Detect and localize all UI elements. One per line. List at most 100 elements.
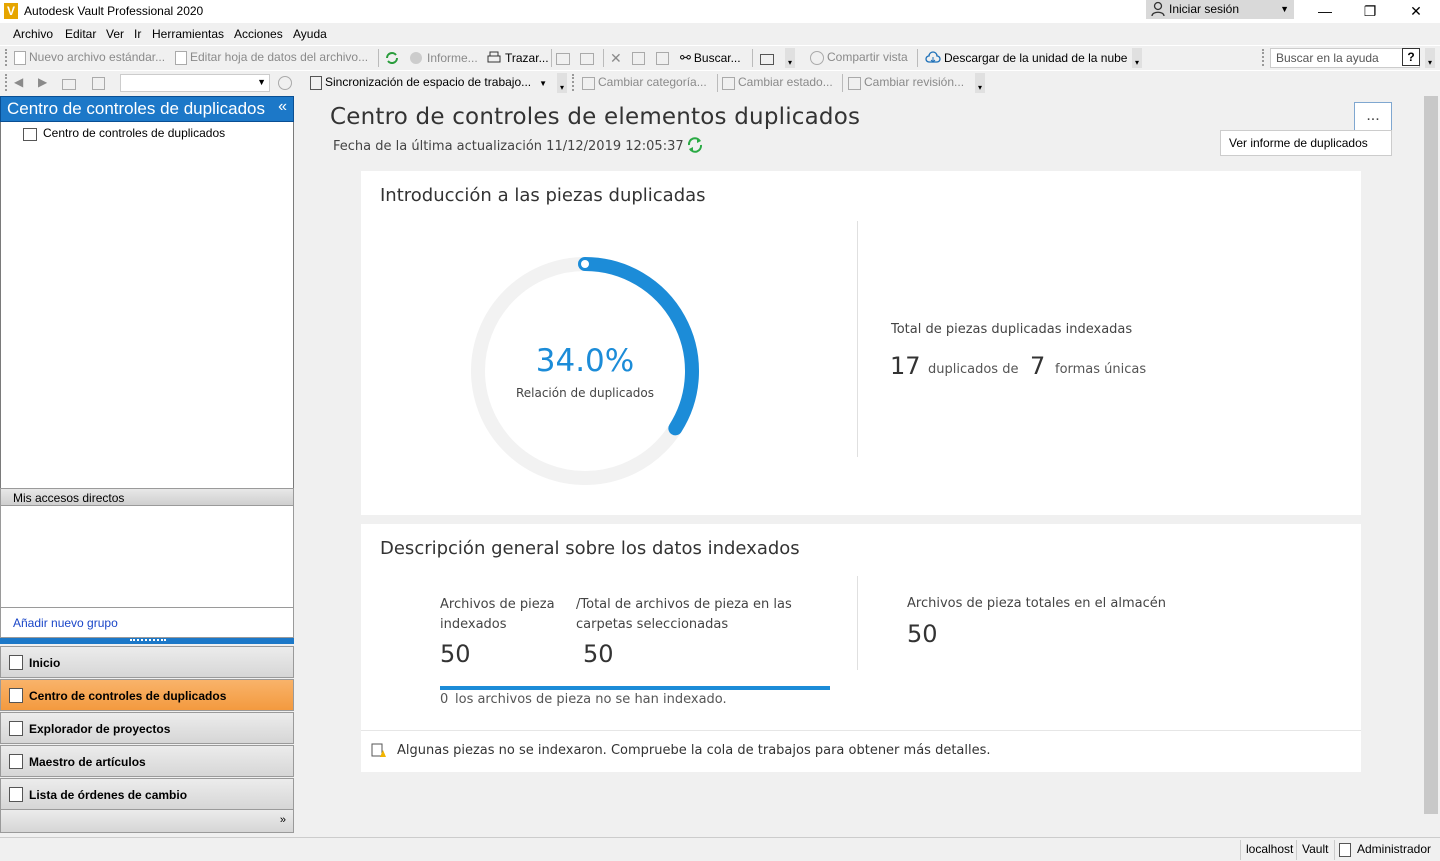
change-revision-button[interactable]: Cambiar revisión... <box>848 75 964 90</box>
sync-workspace-button[interactable]: Sincronización de espacio de trabajo... ▼ <box>310 75 547 90</box>
change-order-icon <box>9 787 23 802</box>
refresh-icon[interactable] <box>686 136 704 154</box>
pane-splitter[interactable] <box>0 638 294 644</box>
status-server: localhost <box>1240 840 1298 860</box>
nav-change-order-list[interactable]: Lista de órdenes de cambio <box>0 778 294 810</box>
cloud-download-label: Descargar de la unidad de la nube <box>944 51 1128 65</box>
edit-datasheet-button[interactable]: Editar hoja de datos del archivo... <box>175 50 368 65</box>
toolbar-grip[interactable] <box>572 74 575 91</box>
menu-acciones[interactable]: Acciones <box>234 27 283 41</box>
forward-button[interactable]: ▶ <box>38 75 47 89</box>
total-selected-label: /Total de archivos de pieza en las carpe… <box>576 597 792 632</box>
close-button[interactable]: ✕ <box>1393 0 1439 22</box>
plot-label: Trazar... <box>505 51 549 65</box>
toolbar-overflow-button[interactable]: ▾ <box>975 73 985 93</box>
address-combo[interactable]: ▼ <box>120 74 270 92</box>
share-icon <box>810 51 824 65</box>
item-master-icon <box>9 754 23 769</box>
add-group-link[interactable]: Añadir nuevo grupo <box>0 608 294 638</box>
menu-editar[interactable]: Editar <box>65 27 96 41</box>
nav-overflow[interactable]: » <box>0 809 294 833</box>
last-update-text: Fecha de la última actualización 11/12/2… <box>333 139 684 154</box>
refresh-button[interactable] <box>384 50 403 66</box>
standard-toolbar: Nuevo archivo estándar... Editar hoja de… <box>0 45 1440 69</box>
change-state-button[interactable]: Cambiar estado... <box>722 75 833 90</box>
toolbar-grip[interactable] <box>5 49 8 66</box>
menu-archivo[interactable]: Archivo <box>13 27 53 41</box>
back-button[interactable]: ◀ <box>14 75 23 89</box>
new-file-label: Nuevo archivo estándar... <box>29 50 166 64</box>
nav-inicio[interactable]: Inicio <box>0 646 294 678</box>
cloud-download-button[interactable]: Descargar de la unidad de la nube <box>925 50 1127 66</box>
view-pane-button[interactable] <box>92 75 108 90</box>
toolbar-separator <box>752 49 753 67</box>
preview-icon <box>580 53 594 65</box>
delete-button[interactable]: ✕ <box>610 50 622 67</box>
plot-button[interactable]: Trazar... <box>486 50 549 66</box>
new-file-button[interactable]: Nuevo archivo estándar... <box>14 50 165 65</box>
toolbar-grip[interactable] <box>1262 49 1265 66</box>
nav-item-master[interactable]: Maestro de artículos <box>0 745 294 777</box>
tree-node-duplicates[interactable]: Centro de controles de duplicados <box>23 126 225 141</box>
collapse-pane-icon[interactable]: « <box>278 98 287 116</box>
help-search-input[interactable]: Buscar en la ayuda <box>1270 48 1420 68</box>
restore-button[interactable]: ❐ <box>1347 0 1393 22</box>
sync-icon <box>310 76 322 90</box>
minimize-button[interactable]: — <box>1302 0 1348 22</box>
duplicates-count: 17 <box>890 352 921 380</box>
divider <box>857 576 858 670</box>
workspace-button[interactable] <box>278 75 295 90</box>
vault-logo-icon: V <box>4 3 18 19</box>
nav-duplicates-center[interactable]: Centro de controles de duplicados <box>0 679 294 711</box>
up-folder-button[interactable] <box>62 75 79 90</box>
menu-ir[interactable]: Ir <box>134 27 141 41</box>
report-icon <box>410 52 422 64</box>
toolbar-overflow-button[interactable]: ▾ <box>1132 48 1142 68</box>
shortcuts-list <box>0 506 294 608</box>
not-indexed-label: los archivos de pieza no se han indexado… <box>455 692 727 707</box>
change-category-button[interactable]: Cambiar categoría... <box>582 75 707 90</box>
share-view-button[interactable]: Compartir vista <box>810 50 908 65</box>
home-icon <box>9 655 23 670</box>
menu-ayuda[interactable]: Ayuda <box>293 27 327 41</box>
navigation-toolbar: ◀ ▶ ▼ Sincronización de espacio de traba… <box>0 70 1440 94</box>
report-button[interactable]: Informe... <box>408 50 478 66</box>
total-selected-value: 50 <box>583 640 614 668</box>
refresh-icon <box>386 52 398 64</box>
cloud-download-icon <box>925 51 941 63</box>
scrollbar-thumb[interactable] <box>1424 96 1438 814</box>
shortcuts-header[interactable]: Mis accesos directos <box>0 488 294 506</box>
copy-icon <box>632 52 645 65</box>
toolbar-overflow-button[interactable]: ▾ <box>785 48 795 68</box>
toolbar-overflow-button[interactable]: ▾ <box>1425 48 1435 68</box>
donut-start-marker <box>581 260 589 268</box>
chevron-double-right-icon: » <box>279 814 286 826</box>
close-icon: ✕ <box>610 50 622 66</box>
menu-herramientas[interactable]: Herramientas <box>152 27 224 41</box>
warning-icon <box>371 743 386 757</box>
help-button[interactable]: ? <box>1402 48 1420 66</box>
intro-card-title: Introducción a las piezas duplicadas <box>380 185 706 206</box>
grip-dots <box>130 638 166 641</box>
cart-button[interactable] <box>760 50 777 65</box>
toolbar-overflow-button[interactable]: ▾ <box>557 73 567 93</box>
sign-in-button[interactable]: Iniciar sesión ▼ <box>1146 0 1294 19</box>
compare-button[interactable] <box>656 50 672 65</box>
vertical-scrollbar[interactable] <box>1424 96 1438 836</box>
edit-datasheet-label: Editar hoja de datos del archivo... <box>190 50 369 64</box>
preview-button[interactable] <box>580 50 597 65</box>
nav-project-explorer[interactable]: Explorador de proyectos <box>0 712 294 744</box>
copy-button[interactable] <box>632 50 648 65</box>
not-indexed-count: 0 <box>440 692 449 707</box>
window-title: Autodesk Vault Professional 2020 <box>24 4 204 18</box>
warning-text: Algunas piezas no se indexaron. Comprueb… <box>397 743 991 758</box>
toolbar-separator <box>842 74 843 92</box>
chevron-down-icon: ▼ <box>539 79 548 88</box>
search-button[interactable]: ⚯ Buscar... <box>680 50 741 66</box>
toolbar-grip[interactable] <box>5 74 8 91</box>
main-content: Centro de controles de elementos duplica… <box>298 96 1440 836</box>
print-button[interactable] <box>556 50 573 65</box>
ratio-value: 34.0% <box>535 343 635 379</box>
vault-total-label: Archivos de pieza totales en el almacén <box>907 596 1167 611</box>
menu-ver[interactable]: Ver <box>106 27 124 41</box>
